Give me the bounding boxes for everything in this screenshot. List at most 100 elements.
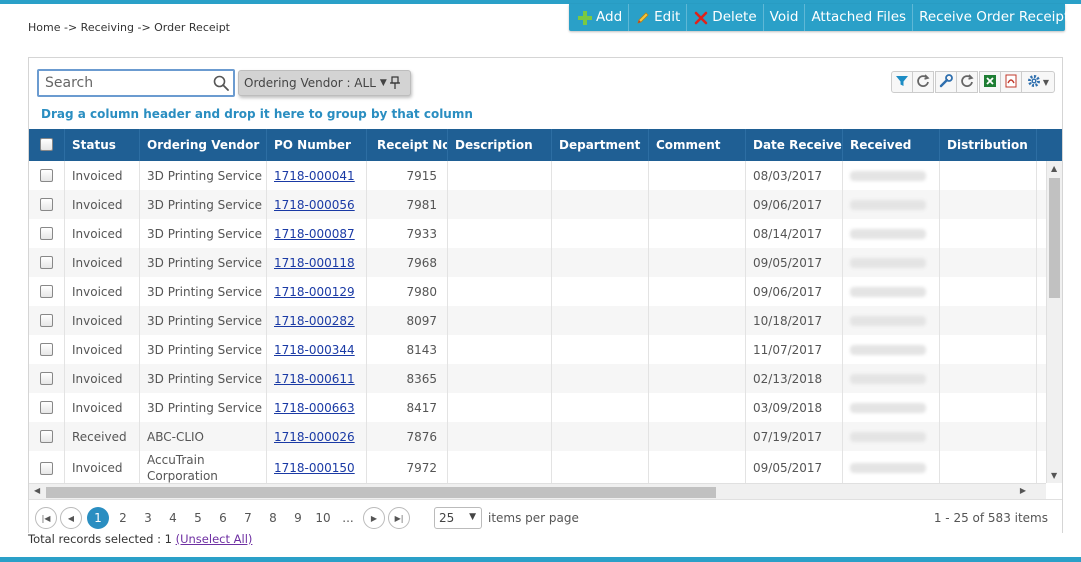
row-checkbox[interactable] (40, 372, 53, 385)
add-button[interactable]: Add (569, 4, 628, 31)
bottom-accent-stripe (0, 557, 1081, 562)
cell-receipt-no: 8417 (367, 393, 448, 422)
table-row[interactable]: Invoiced AccuTrain Corporation 1718-0001… (29, 451, 1046, 483)
po-number-link[interactable]: 1718-000129 (274, 285, 355, 299)
next-page-button[interactable]: ▶ (363, 507, 385, 529)
column-header-distribution[interactable]: Distribution (940, 129, 1037, 161)
row-checkbox[interactable] (40, 430, 53, 443)
cell-received (843, 190, 940, 219)
ordering-vendor-filter[interactable]: Ordering Vendor : ALL ▼ (238, 70, 411, 96)
page-8[interactable]: 8 (262, 507, 284, 529)
po-number-link[interactable]: 1718-000041 (274, 169, 355, 183)
vertical-scroll-thumb[interactable] (1049, 178, 1060, 298)
row-checkbox[interactable] (40, 227, 53, 240)
table-row[interactable]: Invoiced 3D Printing Service 1718-000118… (29, 248, 1046, 277)
cell-receipt-no: 7915 (367, 161, 448, 190)
page-9[interactable]: 9 (287, 507, 309, 529)
horizontal-scrollbar[interactable]: ◀ ▶ (29, 483, 1046, 499)
po-number-link[interactable]: 1718-000663 (274, 401, 355, 415)
po-number-link[interactable]: 1718-000282 (274, 314, 355, 328)
column-header-comment[interactable]: Comment (649, 129, 746, 161)
select-all-checkbox[interactable] (40, 138, 53, 151)
cell-received (843, 393, 940, 422)
po-number-link[interactable]: 1718-000087 (274, 227, 355, 241)
prev-page-icon: ◀ (67, 513, 75, 523)
refresh-icon (916, 73, 930, 91)
table-row[interactable]: Invoiced 3D Printing Service 1718-000663… (29, 393, 1046, 422)
pin-icon[interactable] (390, 76, 400, 93)
column-header-received[interactable]: Received (843, 129, 940, 161)
table-row[interactable]: Invoiced 3D Printing Service 1718-000056… (29, 190, 1046, 219)
column-header-department[interactable]: Department (552, 129, 649, 161)
column-header-status[interactable]: Status (65, 129, 140, 161)
table-row[interactable]: Invoiced 3D Printing Service 1718-000041… (29, 161, 1046, 190)
scroll-down-icon[interactable]: ▼ (1051, 471, 1057, 480)
table-row[interactable]: Invoiced 3D Printing Service 1718-000611… (29, 364, 1046, 393)
row-checkbox[interactable] (40, 198, 53, 211)
cell-comment (649, 451, 746, 483)
funnel-icon (895, 74, 909, 91)
column-settings-button[interactable] (935, 71, 957, 93)
table-row[interactable]: Invoiced 3D Printing Service 1718-000282… (29, 306, 1046, 335)
filter-button[interactable] (891, 71, 913, 93)
page-1[interactable]: 1 (87, 507, 109, 529)
attached-files-button[interactable]: Attached Files (804, 4, 912, 31)
page-more[interactable]: ... (337, 507, 359, 529)
unselect-all-link[interactable]: (Unselect All) (176, 532, 253, 546)
po-number-link[interactable]: 1718-000611 (274, 372, 355, 386)
column-header-ordering-vendor[interactable]: Ordering Vendor↑ (140, 129, 267, 161)
row-checkbox[interactable] (40, 461, 53, 475)
export-excel-button[interactable] (979, 71, 1001, 93)
row-checkbox[interactable] (40, 285, 53, 298)
settings-menu-button[interactable]: ▼ (1021, 71, 1055, 93)
row-checkbox[interactable] (40, 343, 53, 356)
column-header-po-number[interactable]: PO Number (267, 129, 367, 161)
page-7[interactable]: 7 (237, 507, 259, 529)
receive-order-receipt-button[interactable]: Receive Order Receipt (912, 4, 1075, 31)
edit-label: Edit (654, 9, 681, 25)
horizontal-scroll-thumb[interactable] (46, 487, 716, 498)
edit-button[interactable]: Edit (628, 4, 686, 31)
scroll-up-icon[interactable]: ▲ (1051, 164, 1057, 173)
page-10[interactable]: 10 (312, 507, 334, 529)
vertical-scrollbar[interactable]: ▲ ▼ (1046, 161, 1062, 483)
page-size-select[interactable]: 25 ▼ (434, 507, 482, 529)
table-row[interactable]: Received ABC-CLIO 1718-000026 7876 07/19… (29, 422, 1046, 451)
cell-date-received: 11/07/2017 (746, 335, 843, 364)
reset-filter-button[interactable] (912, 71, 934, 93)
delete-button[interactable]: Delete (686, 4, 762, 31)
page-3[interactable]: 3 (137, 507, 159, 529)
po-number-link[interactable]: 1718-000118 (274, 256, 355, 270)
page-6[interactable]: 6 (212, 507, 234, 529)
prev-page-button[interactable]: ◀ (60, 507, 82, 529)
page-2[interactable]: 2 (112, 507, 134, 529)
cell-comment (649, 306, 746, 335)
first-page-button[interactable]: |◀ (35, 507, 57, 529)
row-checkbox[interactable] (40, 169, 53, 182)
page-5[interactable]: 5 (187, 507, 209, 529)
search-input[interactable] (39, 71, 209, 95)
scroll-left-icon[interactable]: ◀ (34, 486, 40, 495)
table-row[interactable]: Invoiced 3D Printing Service 1718-000344… (29, 335, 1046, 364)
search-icon[interactable] (213, 75, 229, 91)
table-row[interactable]: Invoiced 3D Printing Service 1718-000129… (29, 277, 1046, 306)
po-number-link[interactable]: 1718-000026 (274, 430, 355, 444)
last-page-button[interactable]: ▶| (388, 507, 410, 529)
reset-layout-button[interactable] (956, 71, 978, 93)
row-checkbox[interactable] (40, 401, 53, 414)
column-header-date-received[interactable]: Date Received (746, 129, 843, 161)
table-row[interactable]: Invoiced 3D Printing Service 1718-000087… (29, 219, 1046, 248)
cell-vendor: ABC-CLIO (140, 422, 267, 451)
po-number-link[interactable]: 1718-000344 (274, 343, 355, 357)
cell-description (448, 277, 552, 306)
export-pdf-button[interactable] (1000, 71, 1022, 93)
void-button[interactable]: Void (762, 4, 805, 31)
column-header-description[interactable]: Description (448, 129, 552, 161)
page-4[interactable]: 4 (162, 507, 184, 529)
po-number-link[interactable]: 1718-000056 (274, 198, 355, 212)
scroll-right-icon[interactable]: ▶ (1020, 486, 1026, 495)
row-checkbox[interactable] (40, 256, 53, 269)
row-checkbox[interactable] (40, 314, 53, 327)
column-header-receipt-no[interactable]: Receipt No. (367, 129, 448, 161)
po-number-link[interactable]: 1718-000150 (274, 461, 355, 475)
